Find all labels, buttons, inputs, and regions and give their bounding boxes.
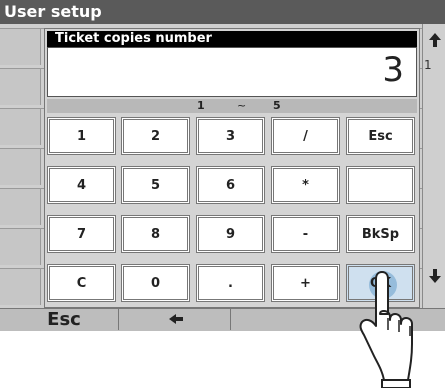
entered-value: 3	[382, 50, 404, 90]
key-8[interactable]: 8	[121, 215, 190, 253]
tap-hand-icon	[352, 268, 414, 392]
title-bar: User setup	[0, 0, 445, 24]
key-3[interactable]: 3	[196, 117, 265, 155]
user-setup-screen: User setup 1 Esc Ticket copies number 3 …	[0, 0, 445, 389]
key-multiply[interactable]: *	[271, 166, 340, 204]
back-button[interactable]	[122, 308, 231, 330]
arrow-left-icon	[168, 309, 184, 330]
key-blank[interactable]	[346, 166, 415, 204]
arrow-down-icon[interactable]	[423, 262, 445, 290]
key-9[interactable]: 9	[196, 215, 265, 253]
numeric-keypad-dialog: Ticket copies number 3 1 ~ 5 1 2 3 / Esc…	[44, 28, 420, 308]
key-esc[interactable]: Esc	[346, 117, 415, 155]
list-row-cell	[0, 229, 41, 265]
page-number: 1	[424, 58, 432, 72]
key-backspace[interactable]: BkSp	[346, 215, 415, 253]
bottom-esc-button[interactable]: Esc	[10, 308, 119, 330]
list-row-cell	[0, 69, 41, 105]
key-7[interactable]: 7	[47, 215, 116, 253]
value-range-bar: 1 ~ 5	[47, 99, 417, 113]
list-row-cell	[0, 109, 41, 145]
key-6[interactable]: 6	[196, 166, 265, 204]
key-plus[interactable]: +	[271, 264, 340, 302]
range-max: 5	[273, 99, 281, 112]
key-minus[interactable]: -	[271, 215, 340, 253]
list-row-cell	[0, 149, 41, 185]
range-separator: ~	[237, 99, 247, 112]
scrollbar[interactable]: 1	[422, 24, 445, 308]
keypad-title: Ticket copies number	[47, 31, 417, 47]
arrow-up-icon[interactable]	[423, 26, 445, 54]
key-1[interactable]: 1	[47, 117, 116, 155]
key-4[interactable]: 4	[47, 166, 116, 204]
key-0[interactable]: 0	[121, 264, 190, 302]
list-row-cell	[0, 269, 41, 305]
value-display[interactable]: 3	[47, 47, 417, 97]
list-row-cell	[0, 29, 41, 65]
key-2[interactable]: 2	[121, 117, 190, 155]
key-5[interactable]: 5	[121, 166, 190, 204]
key-clear[interactable]: C	[47, 264, 116, 302]
list-row-cell	[0, 189, 41, 225]
key-decimal[interactable]: .	[196, 264, 265, 302]
range-min: 1	[197, 99, 205, 112]
window-title: User setup	[4, 2, 102, 21]
key-divide[interactable]: /	[271, 117, 340, 155]
